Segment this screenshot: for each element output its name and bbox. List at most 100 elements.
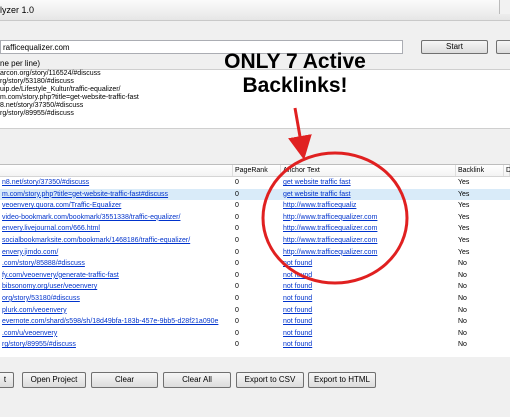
annotation-line-1: ONLY 7 Active <box>224 50 366 73</box>
url-cell[interactable]: org/story/53180/#discuss <box>0 293 233 305</box>
pagerank-cell: 0 <box>235 236 239 244</box>
anchor-text-cell[interactable]: http://www.trafficequalizer.com <box>281 235 456 247</box>
url-cell[interactable]: envery.jimdo.com/ <box>0 247 233 259</box>
table-row[interactable]: .com/u/veoenvery 0 not found No <box>0 328 510 340</box>
bottom-toolbar: t Open Project Clear Clear All Export to… <box>0 364 510 398</box>
pagerank-cell: 0 <box>235 306 239 314</box>
anchor-text-cell[interactable]: not found <box>281 258 456 270</box>
header-extra[interactable]: D <box>504 165 510 176</box>
table-row[interactable]: evernote.com/shard/s598/sh/18d49bfa-183b… <box>0 316 510 328</box>
url-cell[interactable]: socialbookmarksite.com/bookmark/1468186/… <box>0 235 233 247</box>
table-row[interactable]: n8.net/story/37350/#discuss 0 get website … <box>0 177 510 189</box>
list-item: 8.net/story/37350/#discuss <box>0 102 84 109</box>
pagerank-cell: 0 <box>235 318 239 326</box>
url-cell[interactable]: n8.net/story/37350/#discuss <box>0 177 233 189</box>
anchor-text-cell[interactable]: http://www.trafficequaliz <box>281 200 456 212</box>
backlink-cell: Yes <box>458 225 470 233</box>
anchor-text-cell[interactable]: not found <box>281 270 456 282</box>
url-cell[interactable]: m.com/story.php?title=get-website-traffi… <box>0 189 233 201</box>
backlink-cell: No <box>458 306 467 314</box>
table-row[interactable]: org/story/53180/#discuss 0 not found No <box>0 293 510 305</box>
url-list-hint: ne per line) <box>0 59 41 68</box>
header-pagerank[interactable]: PageRank <box>233 165 281 176</box>
start-button[interactable]: Start <box>421 40 488 54</box>
anchor-text-cell[interactable]: not found <box>281 305 456 317</box>
secondary-button[interactable] <box>496 40 510 54</box>
url-cell[interactable]: evernote.com/shard/s598/sh/18d49bfa-183b… <box>0 316 233 328</box>
url-cell[interactable]: envery.livejournal.com/666.html <box>0 223 233 235</box>
anchor-text-cell[interactable]: http://www.trafficequalizer.com <box>281 223 456 235</box>
anchor-text-cell[interactable]: get website traffic fast <box>281 189 456 201</box>
backlink-cell: Yes <box>458 213 470 221</box>
table-row[interactable]: plurk.com/veoenvery 0 not found No <box>0 305 510 317</box>
table-row[interactable]: veoenvery.quora.com/Traffic-Equalizer 0 ht… <box>0 200 510 212</box>
table-row[interactable]: envery.jimdo.com/0 http://www.trafficequa… <box>0 247 510 259</box>
anchor-text-cell[interactable]: http://www.trafficequalizer.com <box>281 212 456 224</box>
url-cell[interactable]: video-bookmark.com/bookmark/3551338/traf… <box>0 212 233 224</box>
pagerank-cell: 0 <box>235 213 239 221</box>
pagerank-cell: 0 <box>235 329 239 337</box>
window-close-button[interactable] <box>499 0 510 14</box>
backlink-cell: No <box>458 329 467 337</box>
clear-all-button[interactable]: Clear All <box>163 372 231 388</box>
header-anchor-text[interactable]: Anchor Text <box>281 165 456 176</box>
url-cell[interactable]: plurk.com/veoenvery <box>0 305 233 317</box>
table-row[interactable]: video-bookmark.com/bookmark/3551338/traf… <box>0 212 510 224</box>
url-cell[interactable]: .com/story/85888/#discuss <box>0 258 233 270</box>
table-row[interactable]: socialbookmarksite.com/bookmark/1468186/… <box>0 235 510 247</box>
backlink-cell: Yes <box>458 248 470 256</box>
backlink-cell: No <box>458 318 467 326</box>
pagerank-cell: 0 <box>235 283 239 291</box>
table-header: PageRank Anchor Text Backlink D <box>0 165 510 177</box>
pagerank-cell: 0 <box>235 190 239 198</box>
list-item: rg/story/89955/#discuss <box>0 110 74 117</box>
anchor-text-cell[interactable]: not found <box>281 316 456 328</box>
pagerank-cell: 0 <box>235 179 239 186</box>
pagerank-cell: 0 <box>235 271 239 279</box>
anchor-text-cell[interactable]: not found <box>281 281 456 293</box>
url-cell[interactable]: rg/story/89955/#discuss <box>0 339 233 351</box>
table-body: n8.net/story/37350/#discuss 0 get website … <box>0 177 510 351</box>
pagerank-cell: 0 <box>235 294 239 302</box>
anchor-text-cell[interactable]: not found <box>281 328 456 340</box>
anchor-text-cell[interactable]: not found <box>281 293 456 305</box>
backlink-cell: No <box>458 260 467 268</box>
backlink-cell: Yes <box>458 190 470 198</box>
anchor-text-cell[interactable]: not found <box>281 339 456 351</box>
backlink-cell: Yes <box>458 179 470 186</box>
url-cell[interactable]: fy.com/veoenvery/generate-traffic-fast <box>0 270 233 282</box>
table-row[interactable]: envery.livejournal.com/666.html 0 http://w… <box>0 223 510 235</box>
clear-button[interactable]: Clear <box>91 372 158 388</box>
pagerank-cell: 0 <box>235 341 239 349</box>
url-cell[interactable]: .com/u/veoenvery <box>0 328 233 340</box>
backlink-cell: No <box>458 283 467 291</box>
backlink-cell: Yes <box>458 202 470 210</box>
backlink-cell: No <box>458 294 467 302</box>
backlink-cell: No <box>458 341 467 349</box>
pagerank-cell: 0 <box>235 225 239 233</box>
pagerank-cell: 0 <box>235 248 239 256</box>
results-table: PageRank Anchor Text Backlink D n8.net/s… <box>0 164 510 357</box>
backlink-cell: Yes <box>458 236 470 244</box>
export-csv-button[interactable]: Export to CSV <box>236 372 304 388</box>
anchor-text-cell[interactable]: get website traffic fast <box>281 177 456 189</box>
table-row[interactable]: bibsonomy.org/user/veoenvery 0 not found No <box>0 281 510 293</box>
pagerank-cell: 0 <box>235 260 239 268</box>
url-cell[interactable]: veoenvery.quora.com/Traffic-Equalizer <box>0 200 233 212</box>
open-project-button[interactable]: Open Project <box>22 372 86 388</box>
export-html-button[interactable]: Export to HTML <box>308 372 376 388</box>
table-row[interactable]: .com/story/85888/#discuss 0 not found No <box>0 258 510 270</box>
table-row[interactable]: m.com/story.php?title=get-website-traffi… <box>0 188 510 201</box>
header-url[interactable] <box>0 165 233 176</box>
header-backlink[interactable]: Backlink <box>456 165 504 176</box>
title-bar: lyzer 1.0 <box>0 0 510 21</box>
table-row[interactable]: rg/story/89955/#discuss 0 not found No <box>0 339 510 351</box>
window-title: lyzer 1.0 <box>0 5 35 15</box>
annotation-line-2: Backlinks! <box>242 74 348 97</box>
url-cell[interactable]: bibsonomy.org/user/veoenvery <box>0 281 233 293</box>
partial-button[interactable]: t <box>0 372 14 388</box>
anchor-text-cell[interactable]: http://www.trafficequalizer.com <box>281 247 456 259</box>
backlink-cell: No <box>458 271 467 279</box>
pagerank-cell: 0 <box>235 202 239 210</box>
table-row[interactable]: fy.com/veoenvery/generate-traffic-fast 0 n… <box>0 270 510 282</box>
